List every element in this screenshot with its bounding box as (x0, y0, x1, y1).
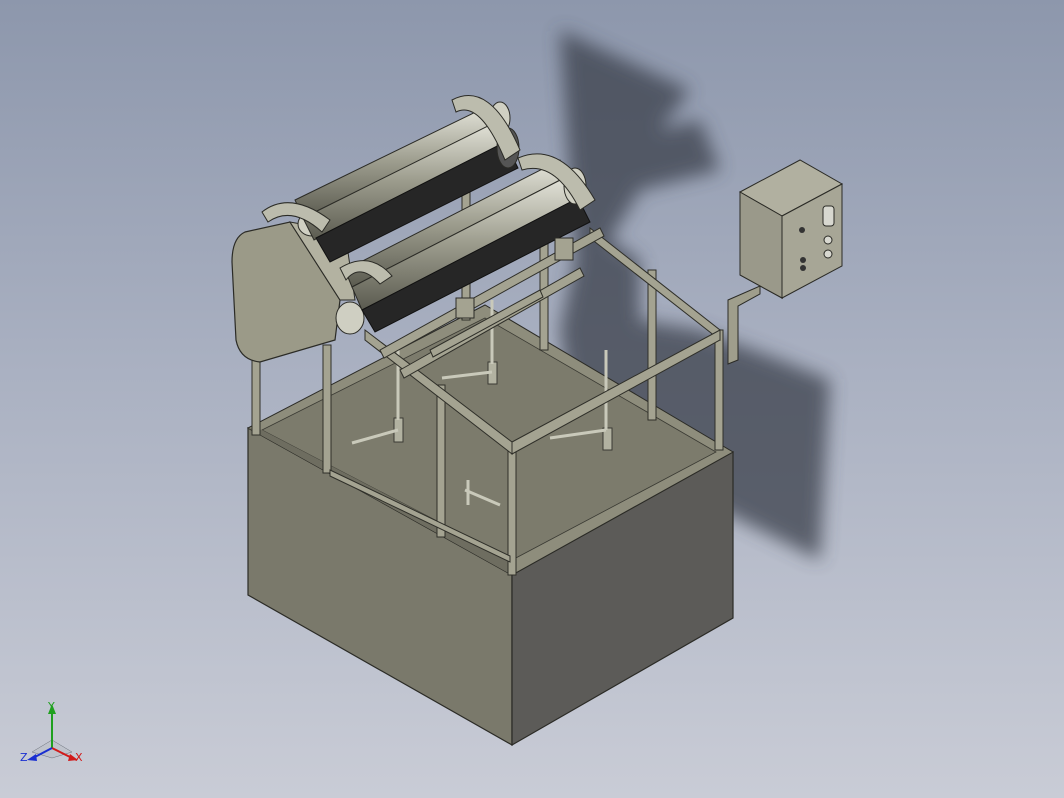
control-box[interactable] (727, 159, 844, 365)
y-axis-label: Y (47, 700, 55, 713)
knob-2[interactable] (823, 249, 833, 259)
indicator-light-3 (800, 265, 806, 271)
power-switch[interactable] (822, 205, 835, 227)
knob-1[interactable] (823, 235, 833, 245)
indicator-light-2 (800, 257, 806, 263)
z-axis-arrow (27, 754, 37, 761)
model-view[interactable] (0, 0, 1064, 798)
x-axis-label: X (75, 751, 83, 764)
indicator-light-1 (799, 227, 805, 233)
z-axis-label: Z (20, 751, 28, 764)
cad-viewport[interactable]: Y X Z (0, 0, 1064, 798)
axis-triad[interactable]: Y X Z (18, 700, 88, 770)
